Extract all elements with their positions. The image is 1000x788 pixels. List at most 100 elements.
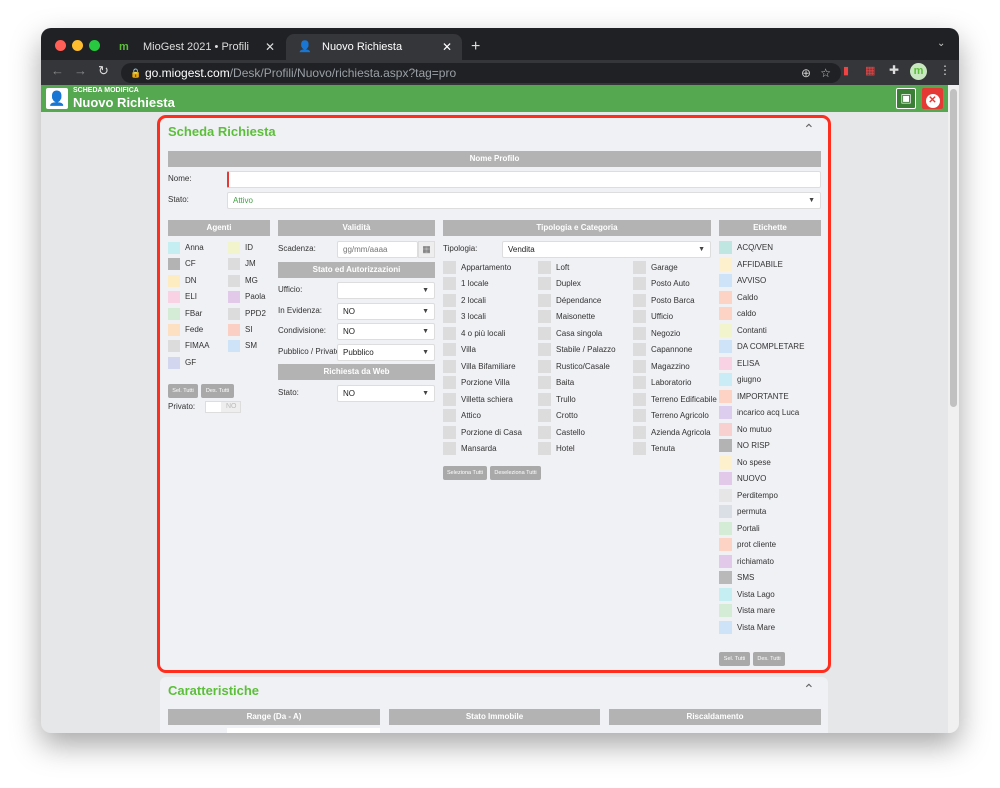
categoria-checkbox-item[interactable]: Dépendance xyxy=(538,293,628,308)
etichette-deselect-all-button[interactable]: Des. Tutti xyxy=(753,652,785,666)
close-tab-icon[interactable]: ✕ xyxy=(265,34,275,60)
web-stato-select[interactable]: NO ▼ xyxy=(337,385,435,402)
extension-icon[interactable]: ▮ xyxy=(843,64,849,77)
categoria-checkbox-item[interactable]: Porzione di Casa xyxy=(443,425,533,440)
bookmark-star-icon[interactable]: ☆ xyxy=(820,63,831,83)
etichetta-item[interactable]: No mutuo xyxy=(719,422,821,437)
categoria-checkbox-item[interactable]: Duplex xyxy=(538,277,628,291)
agente-item[interactable]: SM xyxy=(228,340,283,353)
agente-item[interactable]: Paola xyxy=(228,291,283,304)
checkbox[interactable] xyxy=(538,392,551,406)
extension-icon[interactable]: ▦ xyxy=(865,64,875,77)
collapse-chevron-up-icon[interactable]: ⌃ xyxy=(803,681,815,698)
categoria-checkbox-item[interactable]: Laboratorio xyxy=(633,376,723,390)
categoria-checkbox-item[interactable]: Ufficio xyxy=(633,310,723,324)
categoria-checkbox-item[interactable]: Maisonette xyxy=(538,310,628,324)
agente-item[interactable]: FIMAA xyxy=(168,340,223,353)
browser-menu-icon[interactable]: ⋮ xyxy=(939,63,951,77)
categoria-checkbox-item[interactable]: Villetta schiera xyxy=(443,392,533,407)
etichetta-item[interactable]: Vista Lago xyxy=(719,587,821,602)
etichetta-item[interactable]: Vista Mare xyxy=(719,620,821,635)
etichetta-item[interactable]: NUOVO xyxy=(719,472,821,486)
checkbox[interactable] xyxy=(633,261,646,274)
checkbox[interactable] xyxy=(538,376,551,390)
extensions-puzzle-icon[interactable]: ✚ xyxy=(889,63,899,77)
checkbox[interactable] xyxy=(443,310,456,324)
categoria-checkbox-item[interactable]: Attico xyxy=(443,409,533,423)
minimize-window-button[interactable] xyxy=(72,40,83,51)
checkbox[interactable] xyxy=(633,392,646,406)
checkbox[interactable] xyxy=(538,343,551,357)
scadenza-date-input[interactable] xyxy=(337,241,418,258)
agente-item[interactable]: PPD2 xyxy=(228,307,283,321)
etichetta-item[interactable]: IMPORTANTE xyxy=(719,389,821,404)
checkbox[interactable] xyxy=(538,359,551,373)
tab-search-chevron-icon[interactable]: ⌄ xyxy=(937,38,945,49)
categoria-checkbox-item[interactable]: 4 o più locali xyxy=(443,326,533,341)
agenti-deselect-all-button[interactable]: Des. Tutti xyxy=(201,384,234,398)
profile-avatar[interactable]: m xyxy=(910,63,927,80)
checkbox[interactable] xyxy=(538,441,551,455)
checkbox[interactable] xyxy=(633,441,646,455)
checkbox[interactable] xyxy=(538,326,551,340)
checkbox[interactable] xyxy=(633,277,646,291)
agente-item[interactable]: GF xyxy=(168,356,223,370)
back-icon[interactable]: ← xyxy=(51,63,64,78)
categoria-checkbox-item[interactable]: Posto Barca xyxy=(633,293,723,308)
categorie-deselect-all-button[interactable]: Deseleziona Tutti xyxy=(490,466,541,480)
categorie-select-all-button[interactable]: Seleziona Tutti xyxy=(443,466,487,480)
tab-nuovo-richiesta[interactable]: 👤 Nuovo Richiesta ✕ xyxy=(286,34,462,60)
checkbox[interactable] xyxy=(443,261,456,274)
categoria-checkbox-item[interactable]: Porzione Villa xyxy=(443,376,533,390)
forward-icon[interactable]: → xyxy=(74,63,87,78)
etichetta-item[interactable]: ELISA xyxy=(719,356,821,371)
checkbox[interactable] xyxy=(538,293,551,307)
categoria-checkbox-item[interactable]: Terreno Edificabile xyxy=(633,392,723,407)
checkbox[interactable] xyxy=(538,310,551,324)
etichetta-item[interactable]: No spese xyxy=(719,455,821,470)
categoria-checkbox-item[interactable]: Posto Auto xyxy=(633,277,723,291)
agente-item[interactable]: SI xyxy=(228,324,283,337)
categoria-checkbox-item[interactable]: Azienda Agricola xyxy=(633,425,723,440)
agente-item[interactable]: CF xyxy=(168,258,223,271)
etichetta-item[interactable]: giugno xyxy=(719,373,821,387)
etichetta-item[interactable]: richiamato xyxy=(719,554,821,569)
agente-item[interactable]: JM xyxy=(228,258,283,271)
agente-item[interactable]: ELI xyxy=(168,291,223,304)
close-button[interactable]: ✕ xyxy=(922,88,943,109)
agenti-select-all-button[interactable]: Sel. Tutti xyxy=(168,384,198,398)
privato-toggle[interactable]: NO xyxy=(205,401,241,413)
checkbox[interactable] xyxy=(443,277,456,291)
checkbox[interactable] xyxy=(633,425,646,439)
checkbox[interactable] xyxy=(633,293,646,307)
checkbox[interactable] xyxy=(443,376,456,390)
etichetta-item[interactable]: Portali xyxy=(719,521,821,536)
maximize-window-button[interactable] xyxy=(89,40,100,51)
categoria-checkbox-item[interactable]: 2 locali xyxy=(443,293,533,308)
categoria-checkbox-item[interactable]: Casa singola xyxy=(538,326,628,341)
agente-item[interactable]: Anna xyxy=(168,242,223,255)
etichetta-item[interactable]: AFFIDABILE xyxy=(719,257,821,272)
categoria-checkbox-item[interactable]: Villa Bifamiliare xyxy=(443,359,533,374)
checkbox[interactable] xyxy=(538,261,551,274)
calendar-icon[interactable]: ▦ xyxy=(418,241,435,258)
categoria-checkbox-item[interactable]: 3 locali xyxy=(443,310,533,324)
categoria-checkbox-item[interactable]: Capannone xyxy=(633,343,723,357)
categoria-checkbox-item[interactable]: Crotto xyxy=(538,409,628,423)
categoria-checkbox-item[interactable]: Negozio xyxy=(633,326,723,341)
stato-select[interactable]: Attivo ▼ xyxy=(227,192,821,209)
checkbox[interactable] xyxy=(538,425,551,439)
agente-item[interactable]: FBar xyxy=(168,307,223,321)
checkbox[interactable] xyxy=(443,359,456,373)
checkbox[interactable] xyxy=(633,343,646,357)
etichette-select-all-button[interactable]: Sel. Tutti xyxy=(719,652,750,666)
etichetta-item[interactable]: permuta xyxy=(719,505,821,519)
categoria-checkbox-item[interactable]: Appartamento xyxy=(443,261,533,275)
etichetta-item[interactable]: Caldo xyxy=(719,290,821,305)
agente-item[interactable]: DN xyxy=(168,274,223,288)
categoria-checkbox-item[interactable]: Hotel xyxy=(538,441,628,456)
close-tab-icon[interactable]: ✕ xyxy=(442,34,452,60)
categoria-checkbox-item[interactable]: Rustico/Casale xyxy=(538,359,628,374)
categoria-checkbox-item[interactable]: Villa xyxy=(443,343,533,357)
etichetta-item[interactable]: SMS xyxy=(719,571,821,585)
